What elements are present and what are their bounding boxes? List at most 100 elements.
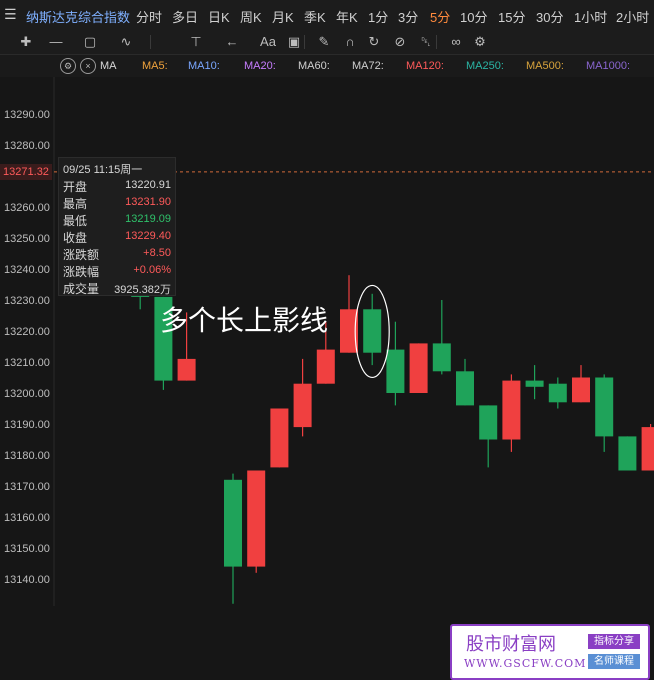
text-icon[interactable]: Aa	[258, 32, 278, 52]
ohlc-info-box: 09/25 11:15周一 开盘 13220.91 最高 13231.90 最低 1321…	[58, 157, 176, 296]
info-label: 涨跌幅	[63, 265, 100, 279]
info-datetime: 09/25 11:15周一	[63, 164, 143, 176]
toolbar-divider	[150, 35, 151, 49]
info-label: 最低	[63, 214, 88, 228]
hide-icon[interactable]: ⊘	[390, 32, 410, 52]
y-tick-label: 13190.00	[4, 419, 50, 431]
tab-period[interactable]: 3分	[398, 7, 418, 26]
tab-period[interactable]: 年K	[336, 7, 358, 26]
info-value: 13220.91	[125, 179, 171, 191]
info-value: +8.50	[143, 247, 171, 259]
toolbar-divider	[304, 35, 305, 49]
y-tick-label: 13240.00	[4, 264, 50, 276]
ma-value-label: MA72:	[352, 60, 384, 72]
candle-body	[456, 371, 474, 406]
ma-value-label: MA250:	[466, 60, 504, 72]
tab-period[interactable]: 15分	[498, 7, 525, 26]
candle-body	[386, 349, 405, 393]
y-tick-label: 13230.00	[4, 295, 50, 307]
tab-period[interactable]: 1小时	[574, 7, 607, 26]
candle-body	[432, 343, 451, 372]
info-row: 最低 13219.09	[63, 212, 173, 229]
y-tick-label: 13210.00	[4, 357, 50, 369]
comment-icon[interactable]: ▣	[284, 32, 304, 52]
tab-period[interactable]: 5分	[430, 7, 450, 26]
drawing-toolbar: ✚ — ▢ ∿ ⊤ ← Aa ▣ ✎ ∩ ↻ ⊘ ␡ ∞ ⚙	[0, 30, 654, 55]
candle-body	[572, 377, 590, 403]
trash-icon[interactable]: ␡	[416, 32, 436, 52]
y-tick-label: 13220.00	[4, 326, 50, 338]
lock-icon[interactable]: ↻	[364, 32, 384, 52]
info-label: 开盘	[63, 180, 88, 194]
y-tick-label: 13170.00	[4, 481, 50, 493]
kline-chart-area[interactable]: 13290.0013280.0013270.0013260.0013250.00…	[0, 77, 654, 680]
close-icon[interactable]: ×	[80, 58, 96, 74]
candle-body	[409, 343, 428, 393]
toolbar-divider	[436, 35, 437, 49]
tab-period[interactable]: 多日	[172, 7, 198, 26]
info-value: 13231.90	[125, 196, 171, 208]
ma-value-label: MA500:	[526, 60, 564, 72]
info-row: 涨跌额 +8.50	[63, 246, 173, 263]
tab-period[interactable]: 10分	[460, 7, 487, 26]
info-value: 13219.09	[125, 213, 171, 225]
info-row: 涨跌幅 +0.06%	[63, 263, 173, 280]
tab-period[interactable]: 日K	[208, 7, 230, 26]
y-tick-label: 13140.00	[4, 574, 50, 586]
info-value: 3925.382万	[114, 284, 171, 296]
wave-icon[interactable]: ∿	[116, 32, 136, 52]
ma-value-label: MA1000:	[586, 60, 631, 72]
tab-period[interactable]: 周K	[240, 7, 262, 26]
y-tick-label: 13290.00	[4, 109, 50, 121]
info-label: 成交量	[63, 282, 100, 296]
y-tick-label: 13180.00	[4, 450, 50, 462]
tab-period[interactable]: 2小时	[616, 7, 649, 26]
tab-period[interactable]: 季K	[304, 7, 326, 26]
line-icon[interactable]: —	[46, 32, 66, 52]
candle-body	[641, 427, 654, 471]
y-tick-label: 13150.00	[4, 543, 50, 555]
instrument-title[interactable]: 纳斯达克综合指数	[26, 7, 130, 26]
info-label: 涨跌额	[63, 248, 100, 262]
ma-value-label: MA10:	[188, 60, 220, 72]
candle-body	[293, 383, 312, 428]
pencil-icon[interactable]: ✎	[314, 32, 334, 52]
arrow-icon[interactable]: ←	[222, 32, 242, 52]
watermark-badge-course: 名师课程	[588, 654, 640, 669]
settings-icon[interactable]: ⚙	[470, 32, 490, 52]
candle-body	[270, 408, 289, 468]
candle-body	[316, 349, 335, 384]
watermark-logo: 股市财富网 WWW.GSCFW.COM 指标分享 名师课程	[450, 624, 650, 680]
y-tick-label: 13250.00	[4, 233, 50, 245]
candle-body	[595, 377, 614, 437]
rect-icon[interactable]: ▢	[80, 32, 100, 52]
link-icon[interactable]: ∞	[446, 32, 466, 52]
ma-indicator-label[interactable]: MA	[100, 60, 117, 72]
info-value: +0.06%	[133, 264, 171, 276]
ma-value-label: MA60:	[298, 60, 330, 72]
info-label: 最高	[63, 197, 88, 211]
tab-period[interactable]: 月K	[272, 7, 294, 26]
magnet-icon[interactable]: ∩	[340, 32, 360, 52]
settings-icon[interactable]: ⚙	[60, 58, 76, 74]
info-row: 最高 13231.90	[63, 195, 173, 212]
candle-body	[224, 479, 242, 567]
candle-body	[177, 358, 196, 381]
ma-indicator-row: ⚙ × MA MA5: MA10: MA20: MA60: MA72: MA120: MA250:…	[0, 55, 654, 77]
current-price-tag: 13271.32	[0, 163, 52, 180]
fib-icon[interactable]: ⊤	[186, 32, 206, 52]
candle-body	[363, 309, 382, 353]
crosshair-icon[interactable]: ✚	[16, 32, 36, 52]
info-label: 收盘	[63, 231, 88, 245]
y-tick-label: 13200.00	[4, 388, 50, 400]
tab-period[interactable]: 分时	[136, 7, 162, 26]
candle-body	[247, 470, 266, 567]
tab-period[interactable]: 30分	[536, 7, 563, 26]
candle-body	[548, 383, 567, 403]
y-tick-label: 13260.00	[4, 202, 50, 214]
menu-icon[interactable]: ☰	[4, 6, 17, 23]
tab-period[interactable]: 1分	[368, 7, 388, 26]
ma-value-label: MA20:	[244, 60, 276, 72]
ma-value-label: MA120:	[406, 60, 444, 72]
ma-value-label: MA5:	[142, 60, 168, 72]
